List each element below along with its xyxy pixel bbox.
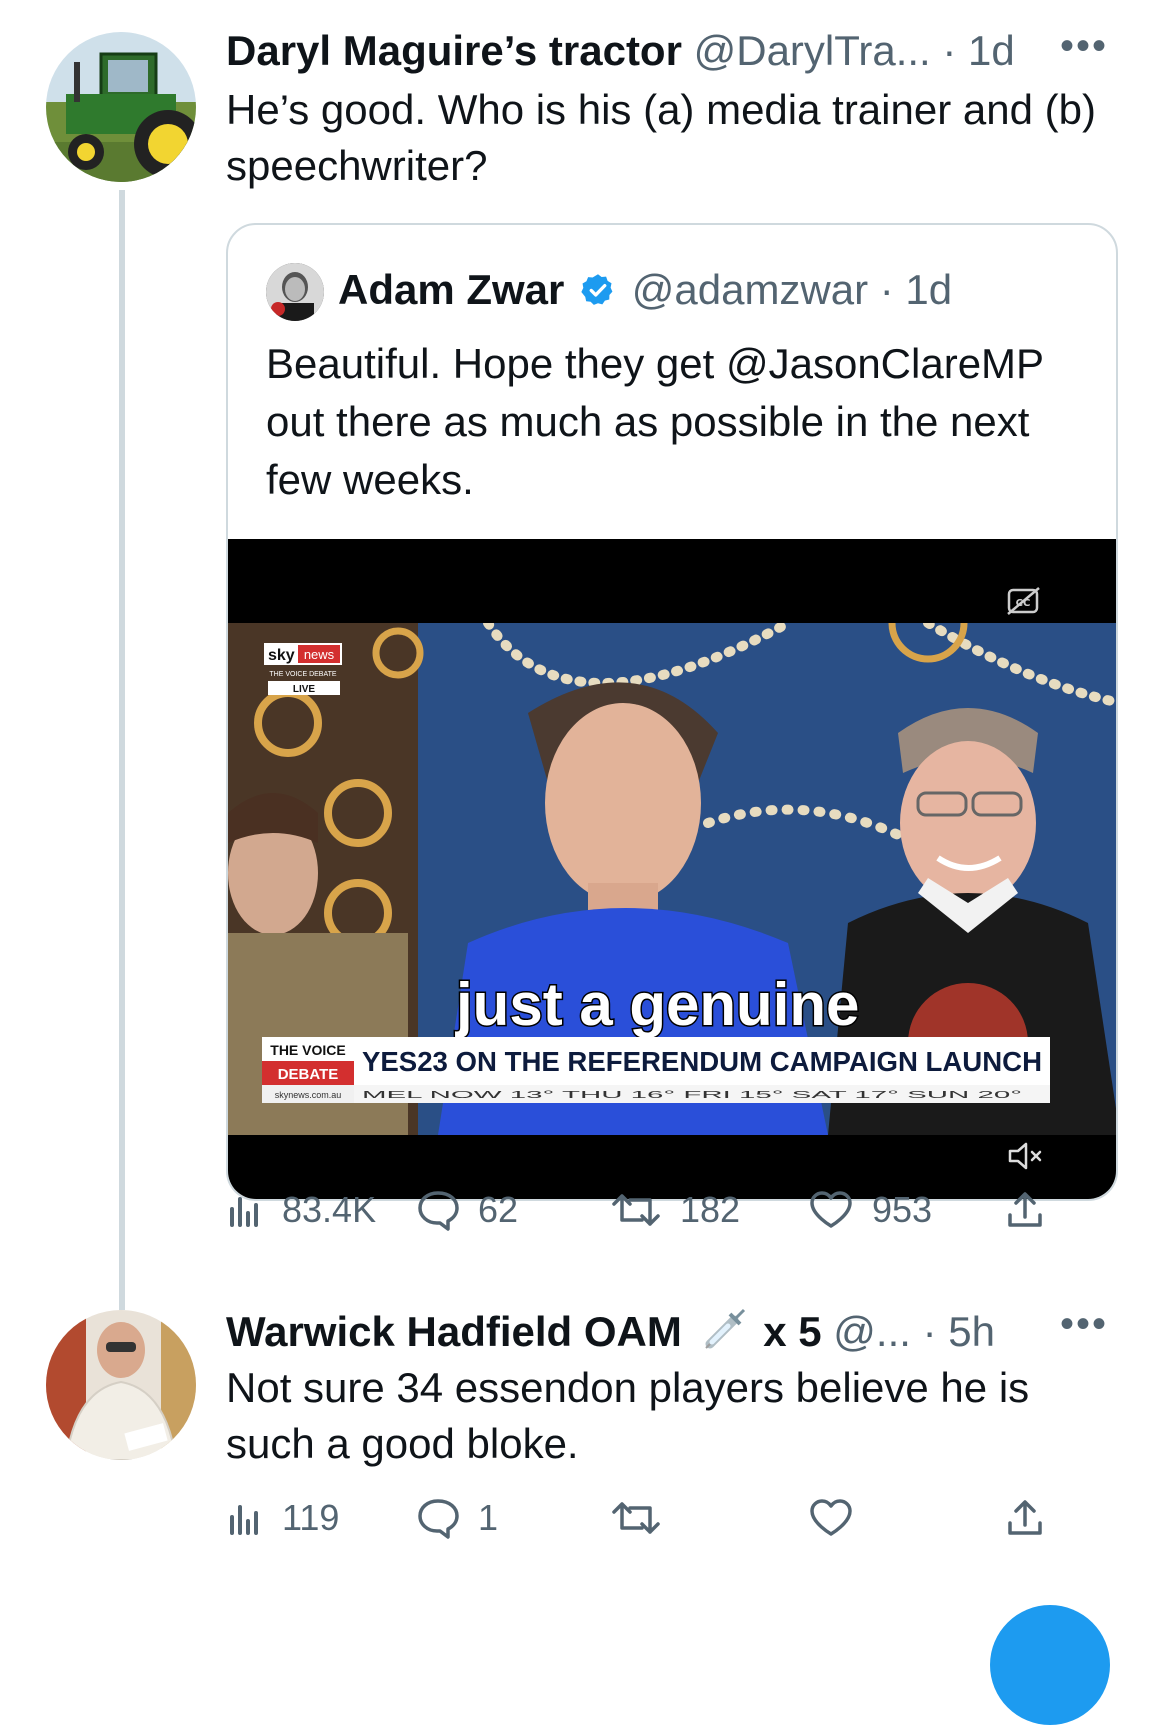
tweet2-handle[interactable]: @... [833,1308,911,1355]
compose-tweet-button[interactable] [990,1605,1110,1725]
closed-captions-off-icon[interactable]: CC [1006,585,1042,617]
views-button[interactable]: 83.4K [226,1180,376,1240]
news-logo-text: news [304,647,335,662]
quoted-handle[interactable]: @adamzwar [632,266,868,313]
tweet2-action-bar: 119 1 [226,1488,1086,1548]
like-button[interactable]: 953 [808,1180,932,1240]
retweet-count: 182 [680,1189,741,1230]
video-frame: just a genuine THE VOICE DEBATE skynews.… [228,623,1116,1135]
share-button[interactable] [1004,1180,1046,1240]
quoted-tweet-card[interactable]: Adam Zwar @adamzwar · 1d Beautiful. Hope… [226,223,1118,1201]
video-player[interactable]: CC just a genuine THE VOICE DEBATE skyne… [228,539,1116,1199]
logo-subtitle: THE VOICE DEBATE [269,671,336,678]
heart-icon [808,1498,854,1538]
tweet2-share-button[interactable] [1004,1488,1046,1548]
tweet2-reply-button[interactable]: 1 [416,1488,498,1548]
tweet2-header: Warwick Hadfield OAM x 5 @... · 5h [226,1304,995,1365]
ticker-headline: YES23 ON THE REFERENDUM CAMPAIGN LAUNCH [362,1046,1042,1077]
tweet1-header: Daryl Maguire’s tractor @DarylTra... · 1… [226,26,1015,76]
tweet2-name-suffix: x 5 [763,1308,822,1355]
sky-logo-text: sky [268,647,295,664]
tweet2-views-count: 119 [282,1497,340,1538]
tweet2-text: Not sure 34 essendon players believe he … [226,1364,1030,1467]
speech-bubble-icon [416,1189,460,1231]
retweet-button[interactable]: 182 [610,1180,740,1240]
like-count: 953 [872,1189,933,1230]
retweet-icon [610,1190,662,1230]
tweet2-reply-count: 1 [478,1497,499,1538]
reply-button[interactable]: 62 [416,1180,518,1240]
ticker-site: skynews.com.au [275,1090,342,1100]
heart-icon [808,1190,854,1230]
speaker-muted-icon[interactable] [1006,1139,1046,1173]
share-upload-icon [1004,1497,1046,1539]
tweet1-text: He’s good. Who is his (a) media trainer … [226,86,1096,189]
tweet2-author-name[interactable]: Warwick Hadfield OAM [226,1308,682,1355]
tweet1-more-icon[interactable]: ••• [1060,24,1108,69]
quoted-tweet-text: Beautiful. Hope they get @JasonClareMP o… [266,340,1044,503]
tweet1-author-name[interactable]: Daryl Maguire’s tractor [226,27,682,74]
tweet1-timestamp[interactable]: · 1d [942,27,1014,74]
reply-count: 62 [478,1189,519,1230]
video-caption: just a genuine [455,971,859,1038]
views-count: 83.4K [282,1189,377,1230]
bar-chart-icon [226,1191,264,1229]
quoted-timestamp[interactable]: · 1d [880,266,952,313]
tweet2-more-icon[interactable]: ••• [1060,1302,1108,1347]
thread-connector-line [119,190,125,1310]
ticker-weather: MEL NOW 13° THU 16° FRI 15° SAT 17° SUN … [362,1090,1022,1101]
avatar-warwick-hadfield[interactable] [46,1310,196,1460]
tweet2-like-button[interactable] [808,1488,854,1548]
quoted-tweet-header: Adam Zwar @adamzwar · 1d [338,265,952,319]
avatar-daryl-tractor[interactable] [46,32,196,182]
bar-chart-icon [226,1499,264,1537]
verified-badge-icon [580,269,616,319]
ticker-brand-bottom: DEBATE [278,1066,339,1083]
tweet2-timestamp[interactable]: · 5h [923,1308,995,1355]
tweet1-action-bar: 83.4K 62 182 953 [226,1180,1086,1240]
speech-bubble-icon [416,1497,460,1539]
quoted-author-name[interactable]: Adam Zwar [338,266,564,313]
ticker-brand-top: THE VOICE [270,1042,345,1058]
tweet1-handle[interactable]: @DarylTra... [694,27,931,74]
tweet2-retweet-button[interactable] [610,1488,662,1548]
avatar-adam-zwar[interactable] [266,263,324,321]
syringe-emoji-icon [700,1304,750,1365]
retweet-icon [610,1498,662,1538]
share-upload-icon [1004,1189,1046,1231]
tweet2-views-button[interactable]: 119 [226,1488,339,1548]
live-badge: LIVE [293,684,316,695]
